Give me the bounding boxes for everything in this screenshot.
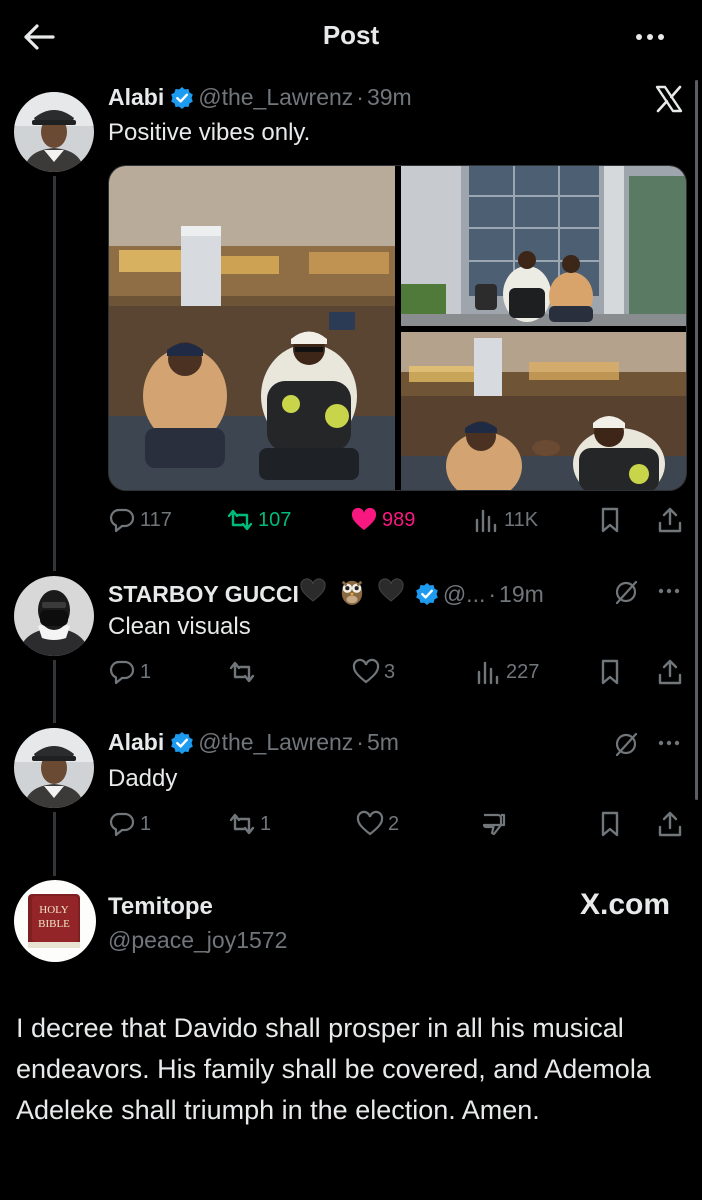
- like-count: 989: [382, 508, 416, 531]
- share-icon: [658, 811, 682, 837]
- bookmark-button[interactable]: [596, 806, 624, 842]
- reply-count: 1: [140, 660, 152, 683]
- author-name[interactable]: STARBOY GUCCI: [108, 581, 299, 608]
- thumbs-down-icon: [482, 813, 506, 836]
- views-count: 11K: [504, 508, 539, 531]
- verified-badge-icon: [416, 583, 438, 605]
- more-options-icon[interactable]: [656, 584, 682, 603]
- author-handle[interactable]: @...: [443, 581, 486, 608]
- share-button[interactable]: [656, 806, 684, 842]
- avatar-text-holy: HOLY: [39, 904, 69, 916]
- media-image-2: [401, 166, 686, 326]
- repost-count: 1: [260, 812, 272, 835]
- share-icon: [658, 507, 682, 533]
- thread-line: [53, 812, 56, 876]
- author-handle[interactable]: @the_Lawrenz: [198, 729, 353, 756]
- reply-actions: 1 3 227: [108, 654, 688, 690]
- bookmark-icon: [601, 811, 619, 837]
- bookmark-icon: [601, 659, 619, 685]
- reply-button[interactable]: 117: [108, 502, 172, 538]
- author-name[interactable]: Alabi: [108, 84, 164, 111]
- author-name[interactable]: Alabi: [108, 729, 164, 756]
- heart-filled-icon: [351, 507, 377, 530]
- post-text: Positive vibes only.: [108, 119, 311, 146]
- share-button[interactable]: [656, 502, 684, 538]
- reply-icon: [109, 660, 135, 685]
- black-heart-icon: [377, 577, 405, 611]
- repost-icon: [227, 509, 253, 531]
- separator-dot: ·: [356, 729, 364, 755]
- card-author-handle[interactable]: @peace_joy1572: [108, 927, 287, 954]
- avatar[interactable]: [14, 728, 94, 808]
- share-icon: [658, 659, 682, 685]
- views-chart-icon: [475, 509, 497, 533]
- main-post-actions: 117 107 989 11K: [108, 502, 688, 538]
- media-grid[interactable]: [108, 165, 687, 491]
- thread-line: [53, 660, 56, 723]
- author-handle[interactable]: @the_Lawrenz: [198, 84, 353, 111]
- reply-button[interactable]: 1: [108, 654, 151, 690]
- repost-button[interactable]: [228, 654, 260, 690]
- bookmark-button[interactable]: [596, 654, 624, 690]
- page-title: Post: [322, 20, 380, 50]
- like-button[interactable]: 3: [352, 654, 395, 690]
- media-image-3: [401, 332, 686, 490]
- share-button[interactable]: [656, 654, 684, 690]
- reply-icon: [109, 812, 135, 837]
- like-count: 2: [388, 812, 400, 835]
- author-row: Alabi @the_Lawrenz · 39m: [108, 84, 412, 111]
- heart-icon: [352, 658, 380, 684]
- reply-text: Daddy: [108, 765, 178, 792]
- like-button[interactable]: 2: [356, 806, 399, 842]
- scrollbar[interactable]: [695, 80, 698, 800]
- avatar[interactable]: HOLY BIBLE: [14, 880, 96, 962]
- avatar[interactable]: [14, 576, 94, 656]
- reply-count: 117: [140, 508, 172, 531]
- views-count: 227: [506, 660, 540, 683]
- grok-icon[interactable]: [612, 578, 640, 611]
- timestamp[interactable]: 5m: [367, 729, 399, 756]
- top-bar: Post: [0, 0, 702, 74]
- avatar[interactable]: [14, 92, 94, 172]
- repost-button[interactable]: 1: [228, 806, 271, 842]
- avatar-text-bible: BIBLE: [38, 918, 70, 930]
- heart-icon: [356, 810, 384, 836]
- verified-badge-icon: [171, 731, 194, 754]
- more-options-icon[interactable]: [634, 24, 666, 50]
- views-button[interactable]: 11K: [472, 502, 538, 538]
- downvote-button[interactable]: [480, 806, 508, 842]
- separator-dot: ·: [488, 580, 497, 607]
- site-label: X.com: [579, 888, 670, 921]
- reply-count: 1: [140, 812, 152, 835]
- bookmark-icon: [601, 507, 619, 533]
- views-button[interactable]: 227: [474, 654, 539, 690]
- reply-text: Clean visuals: [108, 613, 251, 640]
- separator-dot: ·: [356, 84, 364, 110]
- timestamp[interactable]: 39m: [367, 84, 412, 111]
- more-options-icon[interactable]: [656, 736, 682, 755]
- media-image-1: [109, 166, 395, 490]
- card-author-name[interactable]: Temitope: [108, 893, 213, 921]
- black-heart-icon: [299, 577, 327, 611]
- owl-icon: [339, 576, 365, 612]
- views-chart-icon: [477, 661, 499, 685]
- author-row: Alabi @the_Lawrenz · 5m: [108, 729, 399, 756]
- like-count: 3: [384, 660, 396, 683]
- like-button[interactable]: 989: [350, 502, 415, 538]
- repost-icon: [229, 813, 255, 835]
- thread-line: [53, 176, 56, 571]
- card-text: I decree that Davido shall prosper in al…: [16, 1013, 651, 1125]
- reply-icon: [109, 508, 135, 533]
- x-logo-icon: [654, 84, 684, 114]
- bookmark-button[interactable]: [596, 502, 624, 538]
- verified-badge-icon: [171, 86, 194, 109]
- repost-button[interactable]: 107: [226, 502, 291, 538]
- author-row: STARBOY GUCCI @... · 19m: [108, 576, 544, 612]
- timestamp[interactable]: 19m: [499, 581, 544, 608]
- reply-actions: 1 1 2: [108, 806, 688, 842]
- grok-icon[interactable]: [612, 730, 640, 763]
- reply-button[interactable]: 1: [108, 806, 151, 842]
- repost-count: 107: [258, 508, 292, 531]
- repost-icon: [229, 661, 255, 683]
